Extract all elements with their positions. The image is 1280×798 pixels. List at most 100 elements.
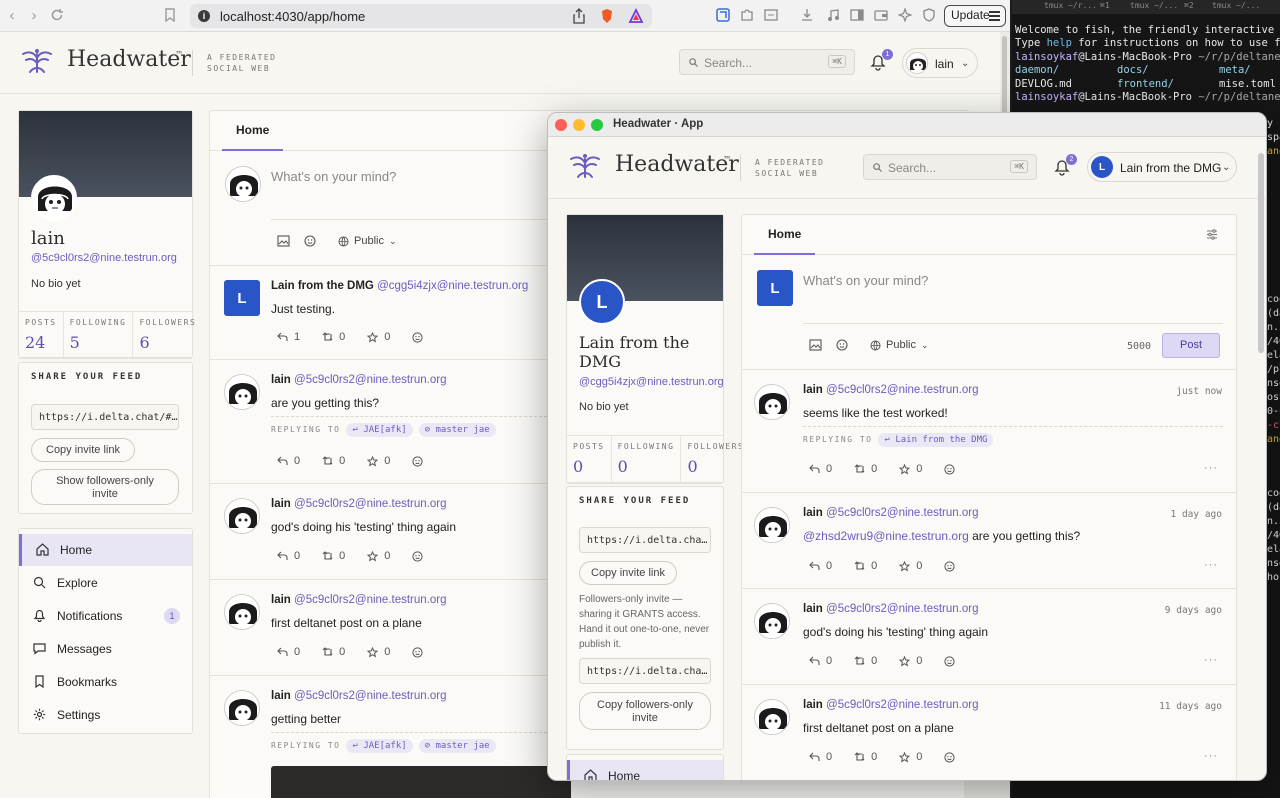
leo-ai-icon[interactable] xyxy=(898,8,914,24)
stat-posts[interactable]: POSTS 0 xyxy=(567,436,612,482)
boost-button[interactable]: 0 xyxy=(854,560,877,572)
stat-following[interactable]: FOLLOWING 5 xyxy=(64,312,134,358)
boost-button[interactable]: 0 xyxy=(322,455,345,467)
reply-button[interactable]: 0 xyxy=(809,655,832,667)
star-button[interactable]: 0 xyxy=(367,455,390,467)
sidebar-toggle-icon[interactable] xyxy=(850,8,866,24)
reply-button[interactable]: 0 xyxy=(277,550,300,562)
post-author[interactable]: Lain from the DMG @cgg5i4zjx@nine.testru… xyxy=(271,280,528,292)
boost-button[interactable]: 0 xyxy=(854,463,877,475)
post-item[interactable]: lain @5c9cl0rs2@nine.testrun.org 1 day a… xyxy=(742,493,1236,589)
reply-tag[interactable]: ⊘ master jae xyxy=(418,423,496,437)
stat-followers[interactable]: FOLLOWERS 6 xyxy=(133,312,202,358)
post-avatar[interactable] xyxy=(754,507,790,543)
post-author[interactable]: lain @5c9cl0rs2@nine.testrun.org xyxy=(803,507,979,519)
post-attachment-image[interactable] xyxy=(271,766,571,798)
post-avatar[interactable] xyxy=(224,498,260,534)
maximize-window-button[interactable] xyxy=(591,119,603,131)
more-options-icon[interactable]: ··· xyxy=(1204,462,1218,474)
star-button[interactable]: 0 xyxy=(899,751,922,763)
nav-notifications[interactable]: Notifications 1 xyxy=(19,600,192,632)
minimize-window-button[interactable] xyxy=(573,119,585,131)
reply-button[interactable]: 1 xyxy=(277,331,300,343)
media-icon[interactable] xyxy=(826,8,842,24)
tab-home[interactable]: Home xyxy=(222,111,284,151)
stat-followers[interactable]: FOLLOWERS 0 xyxy=(681,436,750,482)
copy-followers-invite-button[interactable]: Copy followers-only invite xyxy=(579,692,711,730)
reply-tag[interactable]: ↩ JAE[afk] xyxy=(346,423,413,437)
emoji-icon[interactable] xyxy=(304,235,316,247)
feed-link-field[interactable]: https://i.delta.chat/#… xyxy=(31,404,179,430)
more-options-icon[interactable]: ··· xyxy=(1204,750,1218,762)
extension-icon[interactable] xyxy=(716,8,732,24)
show-followers-invite-button[interactable]: Show followers-only invite xyxy=(31,469,179,505)
copy-invite-button[interactable]: Copy invite link xyxy=(31,438,135,462)
search-input[interactable]: Search... ⌘K xyxy=(863,154,1037,180)
feed-link-field[interactable]: https://i.delta.cha… xyxy=(579,527,711,553)
headwater-logo-icon[interactable] xyxy=(568,153,602,179)
star-button[interactable]: 0 xyxy=(899,463,922,475)
reply-button[interactable]: 0 xyxy=(277,646,300,658)
compose-input[interactable]: What's on your mind? xyxy=(803,273,928,288)
profile-handle[interactable]: @5c9cl0rs2@nine.testrun.org xyxy=(31,252,177,264)
post-author[interactable]: lain @5c9cl0rs2@nine.testrun.org xyxy=(803,699,979,711)
post-timestamp[interactable]: 11 days ago xyxy=(1159,701,1222,712)
star-button[interactable]: 0 xyxy=(899,560,922,572)
react-button[interactable] xyxy=(412,550,429,562)
nav-bookmarks[interactable]: Bookmarks xyxy=(19,666,192,698)
reader-icon[interactable] xyxy=(764,8,780,24)
post-item[interactable]: lain @5c9cl0rs2@nine.testrun.org just no… xyxy=(742,370,1236,493)
profile-avatar[interactable]: L xyxy=(579,279,625,325)
reply-button[interactable]: 0 xyxy=(277,455,300,467)
post-author[interactable]: lain @5c9cl0rs2@nine.testrun.org xyxy=(271,498,447,510)
app-titlebar[interactable]: Headwater · App xyxy=(548,113,1266,137)
boost-button[interactable]: 0 xyxy=(322,331,345,343)
reply-button[interactable]: 0 xyxy=(809,560,832,572)
terminal-tab[interactable]: tmux ~/r... xyxy=(1044,1,1097,10)
wallet-icon[interactable] xyxy=(874,8,890,24)
post-button[interactable]: Post xyxy=(1162,333,1220,358)
post-timestamp[interactable]: 9 days ago xyxy=(1165,605,1222,616)
stat-following[interactable]: FOLLOWING 0 xyxy=(612,436,682,482)
post-avatar[interactable] xyxy=(224,594,260,630)
nav-explore[interactable]: Explore xyxy=(19,567,192,599)
reply-tag[interactable]: ⊘ master jae xyxy=(418,739,496,753)
post-author[interactable]: lain @5c9cl0rs2@nine.testrun.org xyxy=(803,603,979,615)
nav-settings[interactable]: Settings xyxy=(19,699,192,731)
post-item[interactable]: lain @5c9cl0rs2@nine.testrun.org 11 days… xyxy=(742,685,1236,780)
user-menu-button[interactable]: lain ⌄ xyxy=(902,48,978,78)
post-avatar[interactable] xyxy=(754,603,790,639)
url-bar[interactable]: i localhost:4030/app/home xyxy=(190,4,652,28)
compose-input[interactable]: What's on your mind? xyxy=(271,169,396,184)
post-author[interactable]: lain @5c9cl0rs2@nine.testrun.org xyxy=(271,690,447,702)
terminal-tab[interactable]: tmux ~/... xyxy=(1212,1,1260,10)
react-button[interactable] xyxy=(412,455,429,467)
more-options-icon[interactable]: ··· xyxy=(1204,559,1218,571)
share-icon[interactable] xyxy=(572,8,588,24)
back-icon[interactable]: ‹ xyxy=(4,8,20,24)
headwater-logo-icon[interactable] xyxy=(20,48,54,74)
reply-button[interactable]: 0 xyxy=(809,463,832,475)
mention-link[interactable]: @zhsd2wru9@nine.testrun.org xyxy=(803,529,969,543)
reply-tag[interactable]: ↩ Lain from the DMG xyxy=(878,433,994,447)
close-window-button[interactable] xyxy=(555,119,567,131)
star-button[interactable]: 0 xyxy=(367,550,390,562)
react-button[interactable] xyxy=(944,560,961,572)
react-button[interactable] xyxy=(944,655,961,667)
tab-home[interactable]: Home xyxy=(754,215,816,255)
star-button[interactable]: 0 xyxy=(367,646,390,658)
post-timestamp[interactable]: 1 day ago xyxy=(1171,509,1222,520)
react-button[interactable] xyxy=(944,463,961,475)
user-menu-button[interactable]: L Lain from the DMG ⌄ xyxy=(1087,152,1237,182)
post-avatar[interactable] xyxy=(754,699,790,735)
star-button[interactable]: 0 xyxy=(899,655,922,667)
app-window[interactable]: Headwater · App Headwater ™ A FEDERATED … xyxy=(547,112,1267,781)
visibility-select[interactable]: Public xyxy=(886,339,916,351)
post-timestamp[interactable]: just now xyxy=(1176,386,1222,397)
app-scrollbar-thumb[interactable] xyxy=(1258,153,1264,353)
reload-icon[interactable] xyxy=(50,8,66,24)
notifications-bell-icon[interactable]: 1 xyxy=(870,49,893,72)
more-options-icon[interactable]: ··· xyxy=(1204,654,1218,666)
star-button[interactable]: 0 xyxy=(367,331,390,343)
bookmark-page-icon[interactable] xyxy=(164,8,180,24)
